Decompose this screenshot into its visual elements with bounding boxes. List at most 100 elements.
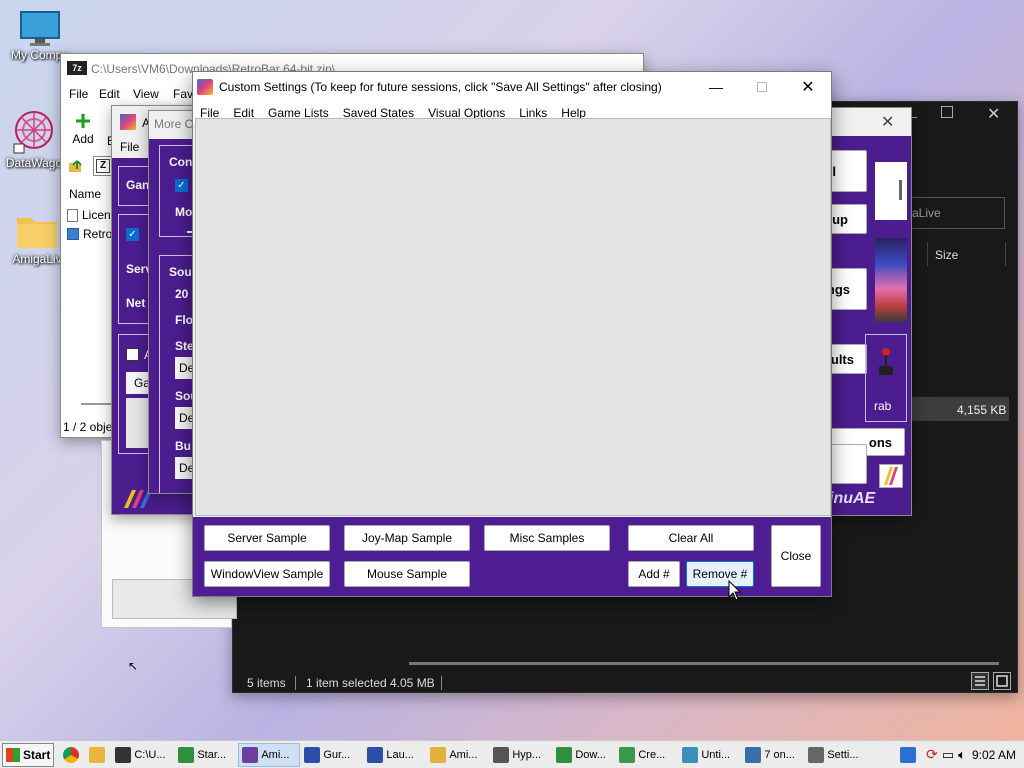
custom-settings-dialog[interactable]: Custom Settings (To keep for future sess…: [192, 71, 832, 597]
window-title: Custom Settings (To keep for future sess…: [219, 80, 662, 94]
start-button[interactable]: Start: [2, 742, 55, 767]
label: Con: [169, 155, 193, 169]
status-bar: 1 / 2 obje: [63, 420, 113, 434]
joymap-sample-button[interactable]: Joy-Map Sample: [344, 525, 470, 551]
taskbar-item[interactable]: Ami...: [427, 743, 489, 767]
taskbar-item[interactable]: Setti...: [805, 743, 867, 767]
chrome-icon: [178, 746, 195, 763]
taskbar-item-label: Unti...: [701, 748, 731, 761]
address-bar[interactable]: Z: [93, 156, 113, 176]
text-file-icon: [67, 208, 78, 222]
amiga-icon: [242, 746, 259, 763]
close-button[interactable]: ✕: [785, 72, 831, 102]
taskbar-item[interactable]: Dow...: [553, 743, 615, 767]
minimize-button[interactable]: —: [693, 72, 739, 102]
label: Mo: [175, 205, 193, 219]
status-divider: [441, 676, 442, 690]
hyper-icon: [493, 746, 510, 763]
add-button[interactable]: + Add: [69, 105, 97, 147]
column-header-size[interactable]: Size: [935, 248, 958, 262]
settings-logo-icon[interactable]: [879, 464, 903, 488]
quicklaunch-explorer-icon[interactable]: [86, 743, 111, 767]
misc-samples-button[interactable]: Misc Samples: [484, 525, 610, 551]
grab-label: rab: [874, 399, 892, 413]
mouse-sample-button[interactable]: Mouse Sample: [344, 561, 470, 587]
file-row[interactable]: Retro: [67, 227, 112, 241]
taskbar-item[interactable]: Gur...: [301, 743, 363, 767]
server-sample-button[interactable]: Server Sample: [204, 525, 330, 551]
taskbar-item[interactable]: C:\U...: [112, 743, 174, 767]
window-title: More O: [154, 117, 195, 131]
clock[interactable]: 9:02 AM: [972, 748, 1016, 762]
listbox[interactable]: [875, 162, 907, 220]
scrollbar-track[interactable]: [81, 403, 111, 405]
taskbar-item-label: 7 on...: [764, 748, 795, 761]
windows-logo-icon: [6, 747, 20, 762]
chrome-icon: [63, 746, 80, 763]
menu-item-file[interactable]: File: [120, 140, 139, 154]
taskbar-item-label: Setti...: [827, 748, 859, 761]
label: Bu: [175, 439, 191, 453]
taskbar-item-label: Star...: [197, 748, 227, 761]
label: 20: [175, 287, 189, 301]
taskbar-item[interactable]: Ami...: [238, 742, 301, 767]
close-dialog-button[interactable]: Close: [771, 525, 821, 587]
scrollbar-thumb[interactable]: [899, 180, 902, 200]
tiles-view-icon[interactable]: [993, 672, 1011, 690]
plus-icon: +: [74, 105, 92, 136]
taskbar-item-label: C:\U...: [134, 748, 166, 761]
column-header-name[interactable]: Name: [69, 187, 101, 201]
taskbar-item[interactable]: Star...: [175, 743, 237, 767]
maximize-button[interactable]: [941, 106, 953, 118]
windowview-sample-button[interactable]: WindowView Sample: [204, 561, 330, 587]
status-size: 4.05 MB: [390, 676, 435, 690]
taskbar: Start C:\U... Star... Ami... Gur... Lau... Am…: [0, 740, 1024, 768]
checkbox[interactable]: ✓: [126, 228, 139, 241]
create-icon: [619, 746, 636, 763]
quicklaunch-chrome-icon[interactable]: [60, 743, 85, 767]
gurgle-icon: [304, 746, 321, 763]
taskbar-item-label: Dow...: [575, 748, 606, 761]
column-divider: [1005, 242, 1006, 266]
sync-icon[interactable]: ⟳: [926, 746, 938, 763]
up-folder-icon[interactable]: [67, 158, 83, 174]
taskbar-item[interactable]: Cre...: [616, 743, 678, 767]
label: Ste: [175, 339, 194, 353]
add-number-button[interactable]: Add #: [628, 561, 680, 587]
menu-item-edit[interactable]: Edit: [99, 87, 120, 101]
taskbar-item-label: Gur...: [323, 748, 351, 761]
network-icon[interactable]: ▭: [942, 747, 954, 763]
title-bar[interactable]: Custom Settings (To keep for future sess…: [193, 72, 831, 102]
taskbar-item[interactable]: Lau...: [364, 743, 426, 767]
taskbar-item[interactable]: Unti...: [679, 743, 741, 767]
remove-number-button[interactable]: Remove #: [686, 561, 754, 587]
taskbar-item[interactable]: Hyp...: [490, 743, 552, 767]
taskbar-item-label: Lau...: [386, 748, 414, 761]
checkbox[interactable]: ✓: [175, 179, 188, 192]
maximize-button[interactable]: [739, 72, 785, 102]
close-icon: ✕: [801, 79, 815, 96]
search-input[interactable]: aLive: [905, 197, 1005, 229]
horizontal-scrollbar[interactable]: [409, 662, 999, 665]
column-divider: [927, 242, 928, 266]
clear-all-button[interactable]: Clear All: [628, 525, 754, 551]
app-icon: [120, 114, 136, 130]
close-icon[interactable]: ✕: [881, 112, 894, 132]
checkbox[interactable]: [126, 348, 139, 361]
taskbar-item[interactable]: 7 on...: [742, 743, 804, 767]
file-row[interactable]: Licen: [67, 208, 111, 222]
settings-content-area[interactable]: [195, 118, 831, 516]
close-icon[interactable]: ✕: [987, 104, 1000, 124]
untitled-icon: [682, 746, 699, 763]
menu-item-file[interactable]: File: [69, 87, 88, 101]
settings-icon: [808, 746, 825, 763]
cursor-icon: ↖: [128, 659, 139, 673]
volume-icon[interactable]: 🔈︎: [958, 747, 966, 763]
winuae-logo: inuAE: [829, 490, 876, 507]
details-view-icon[interactable]: [971, 672, 989, 690]
menu-item-view[interactable]: View: [133, 87, 159, 101]
taskbar-item-label: Ami...: [261, 748, 290, 761]
7z-icon: [115, 746, 132, 763]
mouse-cursor-icon: [728, 579, 742, 602]
shield-icon[interactable]: [900, 746, 917, 763]
